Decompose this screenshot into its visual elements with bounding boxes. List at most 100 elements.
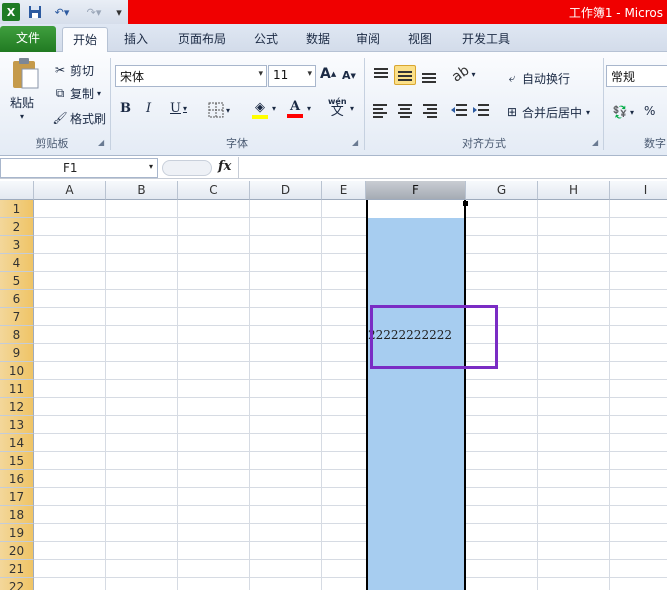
column-header-a[interactable]: A bbox=[34, 181, 106, 200]
ribbon-home: 粘贴 ▾ ✂ 剪切 ⧉ 复制 ▾ 🖌 格式刷 剪贴板 ◢ 宋体 ▾ 11 ▾ A ▲ A ▼ B… bbox=[0, 52, 667, 156]
align-bottom-button[interactable] bbox=[420, 67, 438, 83]
column-header-f[interactable]: F bbox=[366, 181, 466, 200]
grow-font-button[interactable]: A ▲ bbox=[320, 66, 336, 82]
row-header-14[interactable]: 14 bbox=[0, 434, 34, 452]
underline-button[interactable]: U ▾ bbox=[170, 101, 187, 116]
window-title: 工作簿1 - Micros bbox=[568, 6, 663, 20]
row-header-19[interactable]: 19 bbox=[0, 524, 34, 542]
paste-dropdown-icon[interactable]: ▾ bbox=[20, 112, 24, 121]
row-header-11[interactable]: 11 bbox=[0, 380, 34, 398]
name-box[interactable]: F1 ▾ bbox=[0, 158, 158, 178]
column-header-d[interactable]: D bbox=[250, 181, 322, 200]
font-launcher-icon[interactable]: ◢ bbox=[352, 138, 358, 147]
row-header-20[interactable]: 20 bbox=[0, 542, 34, 560]
row-header-4[interactable]: 4 bbox=[0, 254, 34, 272]
row-header-9[interactable]: 9 bbox=[0, 344, 34, 362]
borders-button[interactable]: ▾ bbox=[208, 102, 230, 118]
row-header-15[interactable]: 15 bbox=[0, 452, 34, 470]
row-header-8[interactable]: 8 bbox=[0, 326, 34, 344]
accounting-format-button[interactable]: 💱 ▾ bbox=[610, 102, 635, 122]
tab-page-layout[interactable]: 页面布局 bbox=[172, 27, 232, 52]
align-right-icon bbox=[423, 104, 437, 118]
row-header-13[interactable]: 13 bbox=[0, 416, 34, 434]
phonetic-dropdown-icon[interactable]: ▾ bbox=[350, 104, 354, 113]
currency-icon: 💱 bbox=[612, 105, 628, 119]
formula-input[interactable] bbox=[238, 157, 667, 178]
column-header-c[interactable]: C bbox=[178, 181, 250, 200]
select-all-corner[interactable] bbox=[0, 181, 34, 200]
align-center-button[interactable] bbox=[396, 102, 414, 118]
copy-button[interactable]: ⧉ 复制 ▾ bbox=[50, 83, 101, 103]
tab-insert[interactable]: 插入 bbox=[118, 27, 154, 52]
column-header-b[interactable]: B bbox=[106, 181, 178, 200]
tab-view[interactable]: 视图 bbox=[402, 27, 438, 52]
redo-icon[interactable]: ↷▾ bbox=[80, 3, 108, 21]
column-header-i[interactable]: I bbox=[610, 181, 667, 200]
italic-button[interactable]: I bbox=[146, 101, 151, 116]
bold-button[interactable]: B bbox=[120, 101, 131, 116]
row-header-18[interactable]: 18 bbox=[0, 506, 34, 524]
save-icon[interactable] bbox=[26, 3, 44, 21]
row-header-1[interactable]: 1 bbox=[0, 200, 34, 218]
column-header-g[interactable]: G bbox=[466, 181, 538, 200]
row-header-12[interactable]: 12 bbox=[0, 398, 34, 416]
worksheet-grid[interactable]: A B C D E F G H I 22222222222 1 2 3 4 5 … bbox=[0, 181, 667, 590]
align-left-button[interactable] bbox=[372, 102, 390, 118]
active-cell-f1[interactable] bbox=[368, 200, 464, 218]
align-middle-button[interactable] bbox=[394, 65, 416, 85]
percent-button[interactable]: % bbox=[644, 104, 655, 118]
tab-home[interactable]: 开始 bbox=[62, 27, 108, 52]
formula-bar-splitter[interactable] bbox=[162, 160, 212, 176]
tab-data[interactable]: 数据 bbox=[300, 27, 336, 52]
selected-column-f[interactable] bbox=[366, 200, 466, 590]
cut-button[interactable]: ✂ 剪切 bbox=[50, 60, 94, 80]
row-header-3[interactable]: 3 bbox=[0, 236, 34, 254]
row-header-10[interactable]: 10 bbox=[0, 362, 34, 380]
row-header-2[interactable]: 2 bbox=[0, 218, 34, 236]
decrease-indent-button[interactable] bbox=[450, 102, 468, 118]
column-header-e[interactable]: E bbox=[322, 181, 366, 200]
row-header-6[interactable]: 6 bbox=[0, 290, 34, 308]
alignment-launcher-icon[interactable]: ◢ bbox=[592, 138, 598, 147]
font-color-button[interactable]: A bbox=[287, 99, 303, 118]
wrap-text-button[interactable]: ⤶ 自动换行 bbox=[502, 68, 570, 88]
align-left-icon bbox=[373, 104, 387, 118]
align-top-button[interactable] bbox=[372, 66, 390, 82]
alignment-group-label: 对齐方式 bbox=[462, 137, 506, 150]
tab-formulas[interactable]: 公式 bbox=[248, 27, 284, 52]
column-header-h[interactable]: H bbox=[538, 181, 610, 200]
align-top-icon bbox=[374, 68, 388, 78]
tab-file[interactable]: 文件 bbox=[0, 26, 56, 52]
undo-icon[interactable]: ↶▾ bbox=[48, 3, 76, 21]
fill-color-dropdown-icon[interactable]: ▾ bbox=[272, 104, 276, 113]
shrink-font-button[interactable]: A ▼ bbox=[342, 69, 356, 82]
tab-review[interactable]: 审阅 bbox=[350, 27, 386, 52]
tab-developer[interactable]: 开发工具 bbox=[454, 27, 518, 52]
highlight-box bbox=[370, 305, 498, 369]
row-header-16[interactable]: 16 bbox=[0, 470, 34, 488]
insert-function-icon[interactable]: fx bbox=[218, 159, 231, 174]
font-name-select[interactable]: 宋体 ▾ bbox=[115, 65, 267, 87]
row-header-17[interactable]: 17 bbox=[0, 488, 34, 506]
fill-handle[interactable] bbox=[463, 201, 468, 206]
orientation-button[interactable]: ab ▾ bbox=[449, 62, 475, 85]
name-box-dropdown-icon[interactable]: ▾ bbox=[149, 162, 153, 171]
format-painter-button[interactable]: 🖌 格式刷 bbox=[50, 108, 106, 128]
row-header-5[interactable]: 5 bbox=[0, 272, 34, 290]
phonetic-button[interactable]: wén 文 bbox=[328, 97, 347, 118]
row-header-7[interactable]: 7 bbox=[0, 308, 34, 326]
copy-icon: ⧉ bbox=[55, 86, 65, 100]
font-size-select[interactable]: 11 ▾ bbox=[268, 65, 316, 87]
fill-color-button[interactable]: ◈ bbox=[252, 100, 268, 119]
row-header-22[interactable]: 22 bbox=[0, 578, 34, 590]
clipboard-launcher-icon[interactable]: ◢ bbox=[98, 138, 104, 147]
align-right-button[interactable] bbox=[420, 102, 438, 118]
paste-button[interactable] bbox=[8, 56, 42, 90]
font-color-dropdown-icon[interactable]: ▾ bbox=[307, 104, 311, 113]
customize-qat-icon[interactable]: ▾ bbox=[112, 3, 126, 21]
row-header-21[interactable]: 21 bbox=[0, 560, 34, 578]
increase-indent-button[interactable] bbox=[472, 102, 490, 118]
number-format-select[interactable]: 常规 bbox=[606, 65, 667, 87]
paste-label[interactable]: 粘贴 bbox=[10, 94, 34, 111]
merge-center-button[interactable]: ⊞ 合并后居中 ▾ bbox=[502, 102, 590, 122]
